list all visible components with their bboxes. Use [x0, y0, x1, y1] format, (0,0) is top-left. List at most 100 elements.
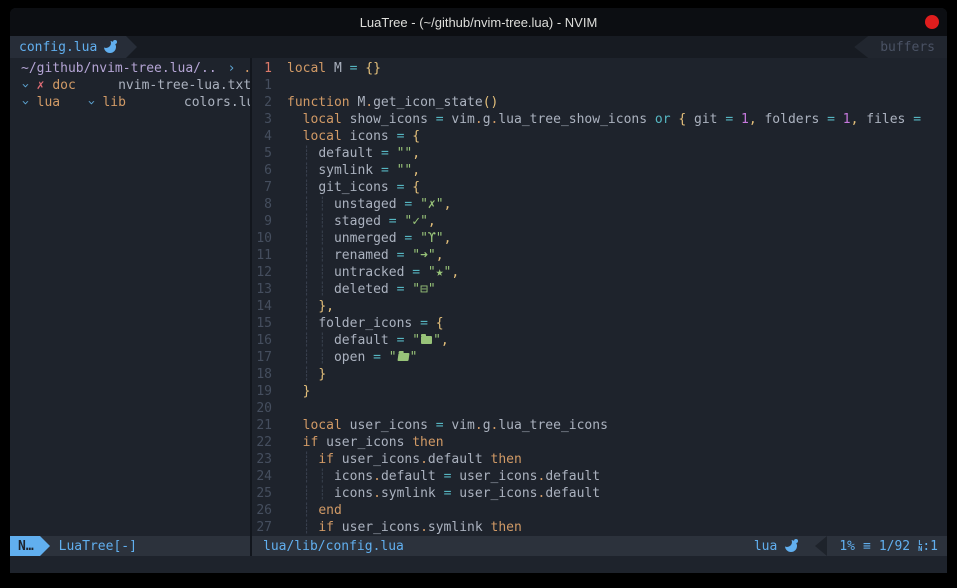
chevron-down-icon[interactable]: › [21, 78, 29, 93]
folder-label: lua [37, 95, 60, 110]
line-number: 6 [252, 162, 272, 179]
column-number: :1 [922, 539, 938, 554]
line-number: 1 [252, 77, 272, 94]
folder-open-icon [397, 353, 409, 361]
line-number: 14 [252, 298, 272, 315]
tree-item-nvim-tree-lua.txt[interactable]: nvim-tree-lua.txt [76, 78, 250, 93]
line-number: 18 [252, 366, 272, 383]
line-number: 1 [252, 60, 272, 77]
line-number: 10 [252, 230, 272, 247]
line-number: 7 [252, 179, 272, 196]
command-line[interactable] [10, 556, 947, 573]
main-area: ~/github/nvim-tree.lua/..› .github› ✗ do… [10, 58, 947, 536]
folder-label: .github [243, 61, 250, 76]
line-number: 20 [252, 400, 272, 417]
chevron-down-icon[interactable]: › [87, 95, 95, 110]
code-line[interactable]: 16 ┊ ┊ default = "", [252, 332, 947, 349]
line-number: 24 [252, 468, 272, 485]
folder-closed-icon [421, 336, 432, 344]
nvim-window: LuaTree - (~/github/nvim-tree.lua) - NVI… [10, 8, 947, 573]
filetype-label: lua [754, 539, 777, 554]
tree-statusline-label: LuaTree[-] [59, 539, 137, 554]
code-line[interactable]: 20 [252, 400, 947, 417]
line-number: 27 [252, 519, 272, 536]
code-line[interactable]: 26 ┊ end [252, 502, 947, 519]
tree-item-lua[interactable]: › lua [10, 95, 60, 110]
window-title: LuaTree - (~/github/nvim-tree.lua) - NVI… [360, 15, 598, 30]
code-line[interactable]: 11 ┊ ┊ renamed = "➜", [252, 247, 947, 264]
line-number: 9 [252, 213, 272, 230]
line-number: 23 [252, 451, 272, 468]
tab-label: config.lua [19, 40, 97, 55]
code-line[interactable]: 17 ┊ ┊ open = "" [252, 349, 947, 366]
code-line[interactable]: 10 ┊ ┊ unmerged = "ϒ", [252, 230, 947, 247]
code-line[interactable]: 21 local user_icons = vim.g.lua_tree_ico… [252, 417, 947, 434]
code-line[interactable]: 8 ┊ ┊ unstaged = "✗", [252, 196, 947, 213]
code-line[interactable]: 12 ┊ ┊ untracked = "★", [252, 264, 947, 281]
file-tree: ~/github/nvim-tree.lua/..› .github› ✗ do… [10, 58, 250, 536]
tab-arrow-separator [126, 36, 137, 58]
line-number: 4 [252, 128, 272, 145]
statusline-file-path: lua/lib/config.lua [263, 539, 404, 554]
line-number: 8 [252, 196, 272, 213]
chevron-down-icon[interactable]: › [21, 95, 29, 110]
mode-badge: N… [10, 536, 40, 556]
line-number: 2 [252, 94, 272, 111]
line-number: 15 [252, 315, 272, 332]
code-line[interactable]: 6 ┊ symlink = "", [252, 162, 947, 179]
code-line[interactable]: 9 ┊ ┊ staged = "✓", [252, 213, 947, 230]
lines-icon: ≡ [863, 539, 871, 554]
code-line[interactable]: 1 [252, 77, 947, 94]
main-statusline: lua/lib/config.lua lua 1% ≡ 1/92 LN :1 [252, 536, 947, 556]
code-line[interactable]: 13 ┊ ┊ deleted = "⊟" [252, 281, 947, 298]
buffers-segment[interactable]: buffers [854, 36, 947, 58]
code-line[interactable]: 2function M.get_icon_state() [252, 94, 947, 111]
statusline-right: lua 1% ≡ 1/92 LN :1 [754, 536, 947, 556]
code-line[interactable]: 25 ┊ ┊ icons.symlink = user_icons.defaul… [252, 485, 947, 502]
tab-config-lua[interactable]: config.lua [10, 36, 126, 58]
line-number: 16 [252, 332, 272, 349]
file-label: nvim-tree-lua.txt [118, 78, 250, 93]
folder-label: lib [102, 95, 125, 110]
code-line[interactable]: 5 ┊ default = "", [252, 145, 947, 162]
code-line[interactable]: 18 ┊ } [252, 366, 947, 383]
line-number: 26 [252, 502, 272, 519]
code-line[interactable]: 14 ┊ }, [252, 298, 947, 315]
scroll-percent: 1% [839, 539, 855, 554]
line-number: 25 [252, 485, 272, 502]
line-position: 1/92 [879, 539, 910, 554]
statusline: N… LuaTree[-] lua/lib/config.lua lua 1% … [10, 536, 947, 556]
line-number: 5 [252, 145, 272, 162]
code-line[interactable]: 27 ┊ if user_icons.symlink then [252, 519, 947, 536]
lua-icon [104, 41, 116, 53]
tree-root[interactable]: ~/github/nvim-tree.lua/.. [10, 61, 217, 76]
code-line[interactable]: 3 local show_icons = vim.g.lua_tree_show… [252, 111, 947, 128]
line-number: 12 [252, 264, 272, 281]
tree-item-doc[interactable]: › ✗ doc [10, 78, 76, 93]
line-number: 13 [252, 281, 272, 298]
line-number: 17 [252, 349, 272, 366]
close-button[interactable] [925, 15, 939, 29]
code-line[interactable]: 7 ┊ git_icons = { [252, 179, 947, 196]
code-line[interactable]: 19 } [252, 383, 947, 400]
code-buffer: 1local M = {}12function M.get_icon_state… [252, 58, 947, 536]
file-label: colors.lua [184, 95, 250, 110]
folder-label: doc [52, 78, 75, 93]
title-bar[interactable]: LuaTree - (~/github/nvim-tree.lua) - NVI… [10, 8, 947, 36]
code-line[interactable]: 1local M = {} [252, 60, 947, 77]
code-line[interactable]: 15 ┊ folder_icons = { [252, 315, 947, 332]
tree-statusline: N… LuaTree[-] [10, 536, 250, 556]
code-line[interactable]: 23 ┊ if user_icons.default then [252, 451, 947, 468]
mode-badge-arrow [40, 536, 50, 556]
tabline: config.lua buffers [10, 36, 947, 58]
line-number: 22 [252, 434, 272, 451]
chevron-right-icon[interactable]: › [228, 61, 236, 76]
tree-item-.github[interactable]: › .github [217, 61, 250, 76]
code-line[interactable]: 22 if user_icons then [252, 434, 947, 451]
statusline-arrow-separator [815, 536, 827, 556]
tree-item-lib[interactable]: › lib [60, 95, 126, 110]
line-number: 19 [252, 383, 272, 400]
tree-item-colors.lua[interactable]: colors.lua [126, 95, 250, 110]
code-line[interactable]: 4 local icons = { [252, 128, 947, 145]
code-line[interactable]: 24 ┊ ┊ icons.default = user_icons.defaul… [252, 468, 947, 485]
